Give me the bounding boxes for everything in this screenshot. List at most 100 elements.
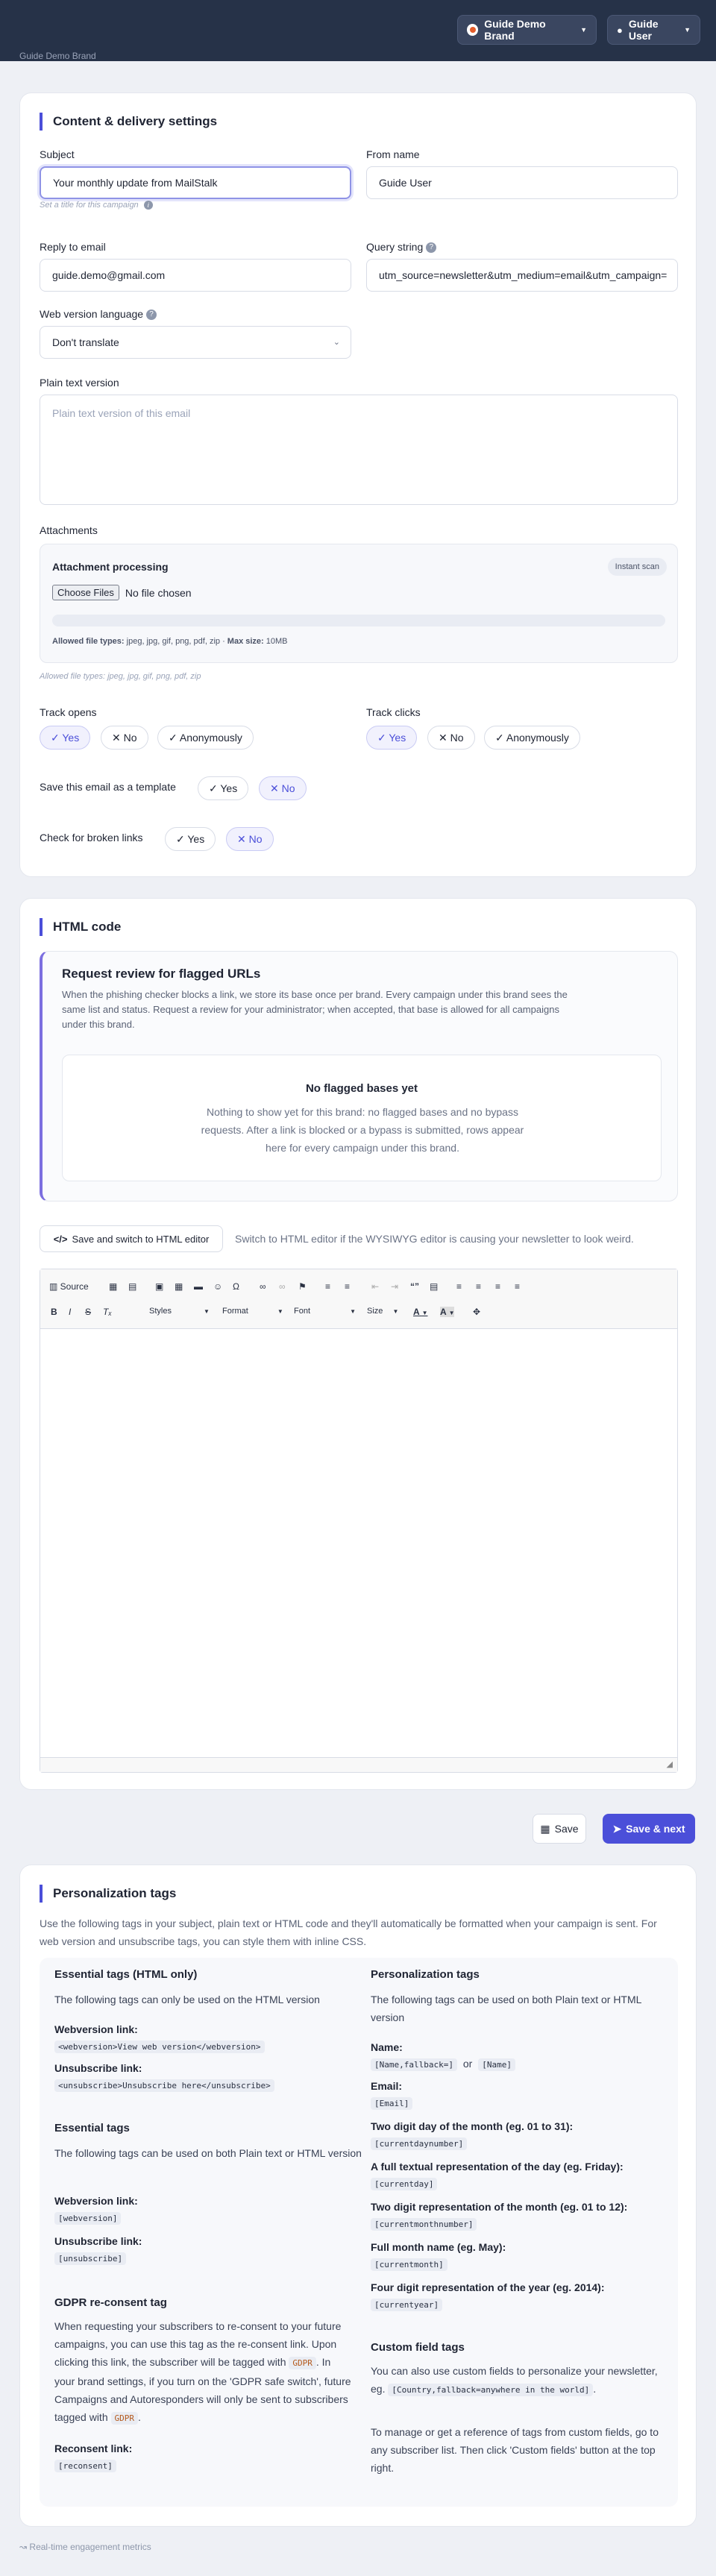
outdent-icon[interactable]: ⇤	[371, 1281, 379, 1292]
breadcrumb[interactable]: Guide Demo Brand	[19, 51, 96, 61]
anchor-flag-icon[interactable]: ⚑	[298, 1281, 307, 1292]
section-title: Personalization tags	[40, 1885, 176, 1903]
justify-icon[interactable]: ≡	[515, 1281, 520, 1292]
monthname-tag: [currentmonth]	[371, 2258, 448, 2271]
email-tag: [Email]	[371, 2096, 413, 2110]
broken-links-yes[interactable]: ✓ Yes	[165, 827, 216, 851]
smiley-icon[interactable]: ☺	[213, 1281, 222, 1292]
from-name-input[interactable]: Guide User	[366, 166, 678, 199]
strikethrough-icon[interactable]: S	[85, 1307, 91, 1317]
bullet-list-icon[interactable]: ≡	[345, 1281, 350, 1292]
code-icon: </>	[53, 1233, 68, 1245]
broken-links-no[interactable]: ✕ No	[226, 827, 274, 851]
email-label: Email:	[371, 2080, 403, 2092]
attachment-panel: Attachment processing Instant scan Choos…	[40, 544, 678, 663]
unsubscribe-html-tag: <unsubscribe>Unsubscribe here</unsubscri…	[54, 2079, 274, 2092]
styles-dropdown[interactable]: Styles ▼	[149, 1307, 210, 1316]
track-opens-anonymously[interactable]: ✓ Anonymously	[157, 726, 254, 750]
subject-help: Set a title for this campaign i	[40, 201, 153, 210]
unlink-icon[interactable]: ∞	[279, 1281, 286, 1292]
help-icon[interactable]: ?	[146, 310, 157, 321]
footer-link[interactable]: ↝ Real-time engagement metrics	[19, 2542, 151, 2552]
empty-text: Nothing to show yet for this brand: no f…	[201, 1106, 524, 1154]
chevron-down-icon: ▼	[204, 1308, 210, 1315]
month-label: Two digit representation of the month (e…	[371, 2201, 628, 2213]
unsubscribe-tag: [unsubscribe]	[54, 2252, 127, 2265]
essential-html-title: Essential tags (HTML only)	[54, 1968, 198, 1981]
user-menu-button[interactable]: ● Guide User ▼	[607, 15, 700, 45]
instant-scan-badge: Instant scan	[607, 558, 667, 576]
user-icon: ●	[617, 24, 623, 36]
align-center-icon[interactable]: ≡	[476, 1281, 481, 1292]
format-dropdown[interactable]: Format ▼	[222, 1307, 283, 1316]
track-clicks-yes[interactable]: ✓ Yes	[366, 726, 418, 750]
webversion-html-tag: <webversion>View web version</webversion…	[54, 2040, 265, 2053]
subject-input[interactable]: Your monthly update from MailStalk	[40, 166, 351, 199]
track-opens-no[interactable]: ✕ No	[101, 726, 148, 750]
day-label: Two digit day of the month (eg. 01 to 31…	[371, 2120, 574, 2132]
essential-desc: The following tags can be used on both P…	[54, 2147, 362, 2159]
bold-icon[interactable]: B	[51, 1307, 57, 1317]
review-text: When the phishing checker blocks a link,…	[62, 989, 568, 1030]
align-right-icon[interactable]: ≡	[495, 1281, 500, 1292]
bg-color-icon[interactable]: A ▼	[440, 1307, 455, 1317]
save-next-button[interactable]: ➤ Save & next	[603, 1814, 695, 1844]
table-icon[interactable]: ▦	[175, 1281, 183, 1292]
horizontal-line-icon[interactable]: ▬	[194, 1281, 203, 1292]
brand-switcher-button[interactable]: Guide Demo Brand ▼	[457, 15, 597, 45]
web-version-label: Web version language?	[40, 308, 157, 321]
from-name-label: From name	[366, 148, 420, 160]
maximize-icon[interactable]: ✥	[473, 1307, 480, 1317]
italic-icon[interactable]: I	[69, 1307, 71, 1317]
save-icon[interactable]: ▦	[109, 1281, 117, 1292]
numbered-list-icon[interactable]: ≡	[325, 1281, 330, 1292]
allowed-types-info: Allowed file types: jpeg, jpg, gif, png,…	[52, 637, 288, 646]
align-left-icon[interactable]: ≡	[456, 1281, 462, 1292]
plain-text-textarea[interactable]: Plain text version of this email	[40, 395, 678, 505]
gdpr-title: GDPR re-consent tag	[54, 2296, 167, 2309]
upload-progress-bar	[52, 615, 665, 626]
indent-icon[interactable]: ⇥	[391, 1281, 398, 1292]
wysiwyg-editor[interactable]: ▥ Source ▦ ▤ ▣ ▦ ▬ ☺ Ω ∞ ∞ ⚑ ≡ ≡ ⇤ ⇥ “” …	[40, 1269, 678, 1773]
custom-fields-help: To manage or get a reference of tags fro…	[371, 2426, 659, 2474]
image-icon[interactable]: ▣	[155, 1281, 163, 1292]
content-settings-card: Content & delivery settings Subject Your…	[19, 92, 697, 877]
text-color-icon[interactable]: A ▼	[413, 1307, 427, 1317]
allowed-types-help: Allowed file types: jpeg, jpg, gif, png,…	[40, 672, 201, 681]
query-string-label: Query string?	[366, 241, 437, 254]
web-version-select[interactable]: Don't translate ⌄	[40, 326, 351, 359]
track-clicks-no[interactable]: ✕ No	[427, 726, 475, 750]
switch-html-editor-button[interactable]: </> Save and switch to HTML editor	[40, 1225, 223, 1252]
save-button[interactable]: ▦ Save	[533, 1814, 586, 1844]
blockquote-icon[interactable]: “”	[410, 1281, 419, 1292]
track-opens-yes[interactable]: ✓ Yes	[40, 726, 91, 750]
track-clicks-anonymously[interactable]: ✓ Anonymously	[484, 726, 580, 750]
file-input[interactable]: Choose Files No file chosen	[52, 585, 192, 600]
special-char-icon[interactable]: Ω	[233, 1281, 239, 1292]
chevron-down-icon: ▼	[684, 26, 691, 34]
size-dropdown[interactable]: Size ▼	[367, 1307, 398, 1316]
template-icon[interactable]: ▤	[128, 1281, 136, 1292]
div-icon[interactable]: ▤	[430, 1281, 438, 1292]
file-status: No file chosen	[125, 586, 192, 599]
save-template-no[interactable]: ✕ No	[259, 776, 307, 800]
user-menu-label: Guide User	[628, 18, 659, 42]
save-template-yes[interactable]: ✓ Yes	[198, 776, 249, 800]
remove-format-icon[interactable]: Tₓ	[103, 1307, 112, 1317]
reconsent-label: Reconsent link:	[54, 2443, 133, 2454]
choose-files-button[interactable]: Choose Files	[52, 585, 119, 600]
essential-html-desc: The following tags can only be used on t…	[54, 1994, 320, 2005]
chevron-down-icon: ▼	[277, 1308, 283, 1315]
reply-to-input[interactable]: guide.demo@gmail.com	[40, 259, 351, 292]
chevron-down-icon: ▼	[350, 1308, 356, 1315]
source-button[interactable]: ▥ Source	[49, 1281, 89, 1292]
personalization-card: Personalization tags Use the following t…	[19, 1865, 697, 2527]
help-icon[interactable]: ?	[426, 242, 437, 254]
font-dropdown[interactable]: Font ▼	[294, 1307, 356, 1316]
query-string-input[interactable]: utm_source=newsletter&utm_medium=email&u…	[366, 259, 678, 292]
link-icon[interactable]: ∞	[260, 1281, 266, 1292]
resize-handle-icon[interactable]: ◢	[667, 1759, 673, 1769]
reply-to-label: Reply to email	[40, 241, 106, 253]
track-opens-label: Track opens	[40, 706, 97, 718]
help-icon[interactable]: i	[143, 201, 153, 210]
